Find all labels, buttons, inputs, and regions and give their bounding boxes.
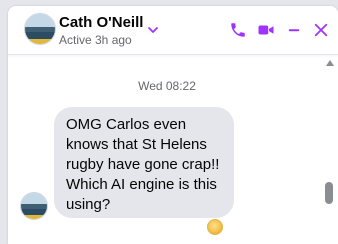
message-line: knows that St Helens (66, 136, 207, 153)
message-line: using? (66, 196, 111, 213)
incoming-message-bubble[interactable]: OMG Carlos even knows that St Helens rug… (54, 107, 234, 218)
scrollbar[interactable] (323, 55, 338, 244)
chat-header: Cath O'Neill Active 3h ago (8, 6, 338, 55)
minimize-icon[interactable] (283, 19, 305, 41)
message-timestamp: Wed 08:22 (138, 79, 196, 93)
profile-photo-icon (21, 193, 47, 219)
profile-photo-icon (25, 14, 55, 44)
message-line: Which AI engine is this (66, 176, 217, 193)
message-line: OMG Carlos even (66, 116, 187, 133)
contact-name[interactable]: Cath O'Neill (59, 14, 143, 31)
chat-window: Cath O'Neill Active 3h ago Wed 08:22 OMG… (8, 6, 338, 244)
seen-avatar-icon (207, 219, 223, 235)
message-line: rugby have gone crap!! (66, 156, 220, 173)
video-camera-icon[interactable] (255, 19, 277, 41)
avatar[interactable] (24, 13, 56, 45)
scroll-up-arrow-icon[interactable] (326, 60, 334, 66)
close-icon[interactable] (310, 19, 332, 41)
scrollbar-thumb[interactable] (325, 182, 333, 204)
sender-avatar[interactable] (20, 192, 48, 220)
chevron-down-icon[interactable] (146, 23, 160, 37)
active-status: Active 3h ago (59, 33, 132, 47)
phone-icon[interactable] (227, 19, 249, 41)
message-thread[interactable]: Wed 08:22 OMG Carlos even knows that St … (8, 55, 338, 244)
